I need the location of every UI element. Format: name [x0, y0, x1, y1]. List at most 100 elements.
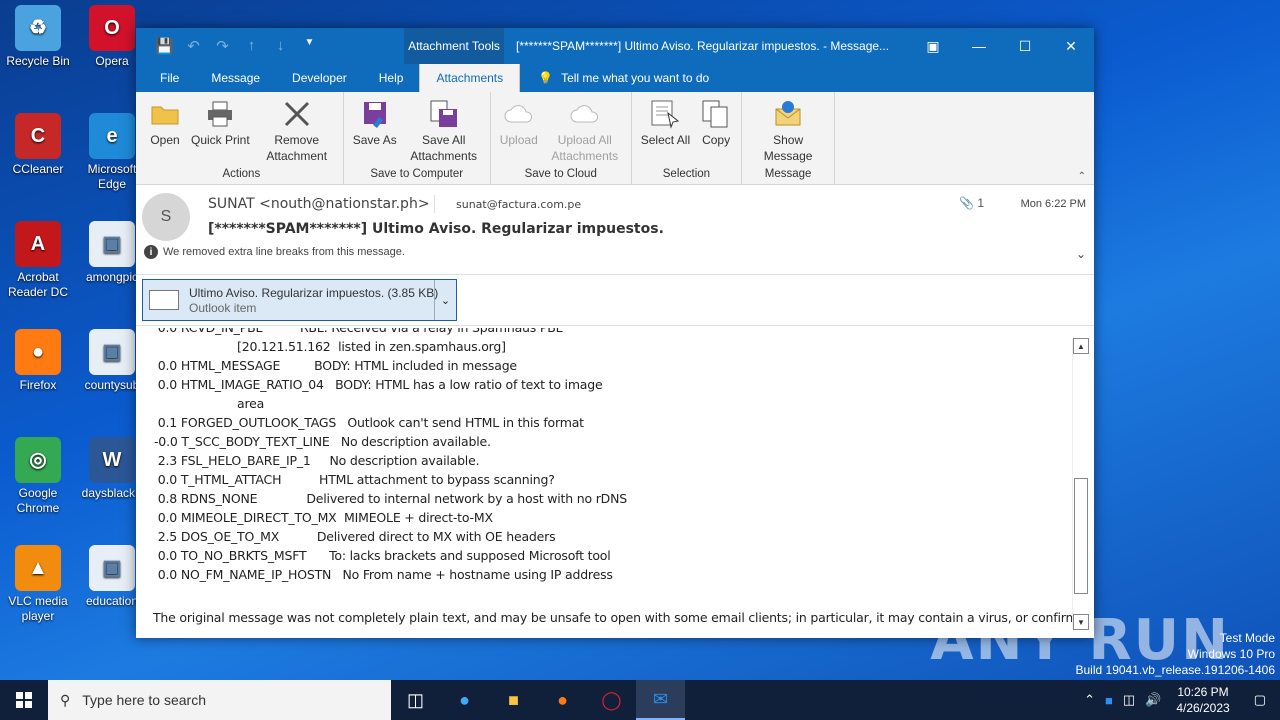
search-placeholder: Type here to search: [82, 692, 207, 708]
ribbon-group: Save As Save All Attachments Save to Compu…: [344, 92, 491, 184]
outlook-item-icon: [149, 290, 179, 310]
outlook-taskbar-icon[interactable]: ✉: [636, 680, 685, 720]
next-item-icon[interactable]: ↓: [266, 37, 295, 55]
ribbon-display-options-icon[interactable]: ▣: [910, 28, 956, 64]
opera-taskbar-icon[interactable]: ◯: [587, 680, 636, 720]
recycle-bin-icon: ♻: [15, 5, 61, 51]
show-message-button[interactable]: Show Message: [746, 98, 830, 168]
attachment-item[interactable]: Ultimo Aviso. Regularizar impuestos. (3.…: [142, 279, 457, 321]
firefox-taskbar-icon[interactable]: ●: [538, 680, 587, 720]
tab-developer[interactable]: Developer: [276, 64, 363, 92]
scroll-up-icon[interactable]: ▲: [1073, 338, 1089, 354]
volume-icon[interactable]: 🔊: [1140, 692, 1166, 708]
clock[interactable]: 10:26 PM 4/26/2023: [1166, 684, 1239, 716]
taskbar: ⚲ Type here to search ◫ ● ■ ● ◯ ✉ ⌃ ■ ◫ …: [0, 680, 1280, 720]
divider: [434, 195, 435, 213]
undo-icon[interactable]: ↶: [179, 37, 208, 55]
word-file-icon: W: [89, 437, 135, 483]
recipient[interactable]: sunat@factura.com.pe: [456, 198, 581, 211]
save-all-attachments-button[interactable]: Save All Attachments: [402, 98, 486, 168]
desktop-icon[interactable]: ▲ VLC media player: [0, 545, 76, 624]
file-explorer-icon[interactable]: ■: [489, 680, 538, 720]
save-as-button[interactable]: Save As: [348, 98, 402, 168]
taskbar-search[interactable]: ⚲ Type here to search: [48, 680, 391, 720]
ribbon-group-label: Save to Cloud: [524, 168, 597, 180]
tab-file[interactable]: File: [144, 64, 195, 92]
network-icon[interactable]: ◫: [1118, 692, 1140, 708]
close-button[interactable]: ✕: [1048, 28, 1094, 64]
scroll-thumb[interactable]: [1074, 478, 1088, 594]
windows-logo-icon: [16, 692, 32, 708]
ribbon-button-label: Show Message: [763, 133, 813, 163]
body-line: 0.0 NO_FM_NAME_IP_HOSTN No From name + h…: [154, 567, 613, 582]
body-line: 2.3 FSL_HELO_BARE_IP_1 No description av…: [154, 453, 480, 468]
maximize-button[interactable]: ☐: [1002, 28, 1048, 64]
select-all-button[interactable]: Select All: [636, 98, 695, 168]
vertical-scrollbar[interactable]: ▲ ▼: [1072, 338, 1089, 630]
cloud-upload-icon: [503, 98, 535, 130]
desktop-icon-label: CCleaner: [12, 162, 64, 176]
lightbulb-icon: 💡: [538, 71, 554, 85]
previous-item-icon[interactable]: ↑: [237, 37, 266, 55]
desktop-icon[interactable]: ◎ Google Chrome: [0, 437, 76, 516]
tell-me-text: Tell me what you want to do: [561, 71, 710, 85]
task-view-icon[interactable]: ◫: [391, 680, 440, 720]
minimize-button[interactable]: —: [956, 28, 1002, 64]
remove-attachment-button[interactable]: Remove Attachment: [255, 98, 339, 168]
ribbon-group-label: Selection: [662, 168, 711, 180]
desktop-icon-label: Firefox: [19, 378, 57, 392]
message-header: S SUNAT <nouth@nationstar.ph> sunat@fact…: [136, 185, 1094, 275]
notifications-icon[interactable]: ▢: [1240, 692, 1280, 708]
expand-header-icon[interactable]: ⌄: [1076, 247, 1086, 261]
tell-me-box[interactable]: 💡 Tell me what you want to do: [538, 64, 709, 92]
ribbon: Open Quick Print Remove Attachment Actions S…: [136, 92, 1094, 185]
body-line: [20.121.51.162 listed in zen.spamhaus.or…: [154, 339, 506, 354]
message-body: 0.0 RCVD_IN_PBL RBL: Received via a rela…: [136, 328, 1094, 638]
body-line: 0.1 FORGED_OUTLOOK_TAGS Outlook can't se…: [154, 415, 584, 430]
image-file-icon: ▣: [89, 221, 135, 267]
paperclip-icon: 📎: [959, 196, 974, 210]
ribbon-button-label: Upload: [499, 133, 538, 147]
outlook-tray-icon[interactable]: ■: [1100, 693, 1118, 708]
start-button[interactable]: [0, 680, 48, 720]
sender[interactable]: SUNAT <nouth@nationstar.ph>: [208, 196, 430, 212]
info-icon: i: [144, 245, 158, 259]
vlc-icon: ▲: [15, 545, 61, 591]
open-button[interactable]: Open: [144, 98, 186, 168]
redo-icon[interactable]: ↷: [208, 37, 237, 55]
tab-help[interactable]: Help: [363, 64, 420, 92]
save-all-icon: [428, 98, 460, 130]
ribbon-button-label: Upload All Attachments: [551, 133, 619, 163]
ribbon-button-label: Select All: [640, 133, 691, 147]
desktop-icon[interactable]: ♻ Recycle Bin: [0, 5, 76, 69]
scroll-down-icon[interactable]: ▼: [1073, 614, 1089, 630]
save-icon[interactable]: 💾: [150, 37, 179, 55]
edge-taskbar-icon[interactable]: ●: [440, 680, 489, 720]
desktop-icon[interactable]: C CCleaner: [0, 113, 76, 177]
copy-button[interactable]: Copy: [695, 98, 737, 168]
upload-all-attachments-button[interactable]: Upload All Attachments: [543, 98, 627, 168]
collapse-ribbon-icon[interactable]: ⌃: [1078, 171, 1086, 182]
image-file-icon: ▣: [89, 545, 135, 591]
ribbon-button-label: Copy: [702, 133, 731, 147]
quick-print-button[interactable]: Quick Print: [186, 98, 255, 168]
edge-icon: e: [89, 113, 135, 159]
desktop-icon[interactable]: A Acrobat Reader DC: [0, 221, 76, 300]
body-line: 0.0 HTML_MESSAGE BODY: HTML included in …: [154, 358, 517, 373]
attachment-dropdown-icon[interactable]: ⌄: [434, 280, 456, 320]
tab-attachments[interactable]: Attachments: [419, 62, 521, 92]
ribbon-group-label: Save to Computer: [370, 168, 464, 180]
customize-toolbar-icon[interactable]: ▼: [295, 37, 324, 55]
avatar: S: [142, 193, 190, 241]
context-tab-attachment-tools: Attachment Tools: [404, 28, 504, 64]
body-text: 0.0 RCVD_IN_PBL RBL: Received via a rela…: [154, 328, 627, 584]
info-text: We removed extra line breaks from this m…: [163, 246, 405, 258]
attachment-count: 📎 1: [959, 196, 984, 210]
desktop-icon[interactable]: ● Firefox: [0, 329, 76, 393]
tray-overflow-icon[interactable]: ⌃: [1079, 692, 1100, 708]
ccleaner-icon: C: [15, 113, 61, 159]
body-line: 0.0 RCVD_IN_PBL RBL: Received via a rela…: [154, 328, 627, 337]
tab-message[interactable]: Message: [195, 64, 276, 92]
upload-button[interactable]: Upload: [495, 98, 543, 168]
body-line: 0.0 MIMEOLE_DIRECT_TO_MX MIMEOLE + direc…: [154, 510, 493, 525]
